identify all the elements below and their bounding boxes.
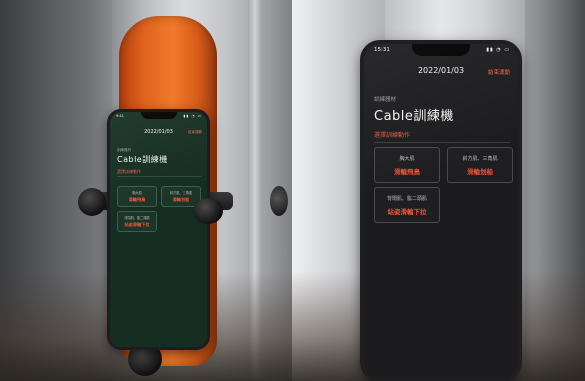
exercise-card-cable-row[interactable]: 斜方肌、三角肌 滑輪划船 [447, 147, 513, 183]
pole-bolt [270, 186, 288, 216]
exercise-name: 站姿滑輪下拉 [124, 222, 150, 227]
exercise-muscle: 斜方肌、三角肌 [462, 156, 498, 162]
holder-right-knob [193, 198, 223, 224]
phone-in-holder: 9:41 ▮▮ ◔ ▭ 2022/01/03 結束運動 訓練器材 Cable訓練… [107, 109, 210, 350]
app-screen-right: 15:31 ▮▮ ◔ ▭ 2022/01/03 結束運動 訓練器材 Cable訓… [364, 44, 518, 378]
exercise-card-cable-fly[interactable]: 胸大肌 滑輪飛鳥 [374, 147, 440, 183]
equipment-category-label: 訓練器材 [374, 97, 397, 103]
exercise-name: 滑輪划船 [467, 168, 493, 176]
phone-notch [140, 112, 177, 119]
exercise-muscle: 背闊肌、肱二頭肌 [124, 216, 150, 220]
exercise-muscle: 胸大肌 [399, 156, 415, 162]
exercise-muscle: 斜方肌、三角肌 [169, 191, 193, 195]
holder-left-knob [78, 188, 106, 216]
status-time: 15:31 [374, 47, 390, 53]
exercise-card-lat-pulldown[interactable]: 背闊肌、肱二頭肌 站姿滑輪下拉 [374, 187, 440, 223]
end-workout-button[interactable]: 結束運動 [188, 130, 202, 135]
select-exercise-label: 選擇訓練動作 [117, 169, 141, 174]
exercise-name: 滑輪飛鳥 [128, 197, 146, 202]
phone-closeup: 15:31 ▮▮ ◔ ▭ 2022/01/03 結束運動 訓練器材 Cable訓… [360, 40, 522, 381]
exercise-muscle: 胸大肌 [132, 191, 142, 195]
photo-scene: 9:41 ▮▮ ◔ ▭ 2022/01/03 結束運動 訓練器材 Cable訓練… [0, 0, 585, 381]
status-icons: ▮▮ ◔ ▭ [486, 47, 510, 53]
section-divider [374, 142, 510, 143]
status-time: 9:41 [116, 114, 124, 118]
exercise-name: 站姿滑輪下拉 [387, 208, 427, 216]
status-icons: ▮▮ ◔ ▭ [183, 114, 202, 118]
phone-notch [412, 44, 470, 56]
exercise-name: 滑輪划船 [172, 197, 190, 202]
exercise-muscle: 背闊肌、肱二頭肌 [386, 196, 427, 202]
end-workout-button[interactable]: 結束運動 [488, 68, 510, 76]
exercise-name: 滑輪飛鳥 [394, 168, 420, 176]
app-screen-left: 9:41 ▮▮ ◔ ▭ 2022/01/03 結束運動 訓練器材 Cable訓練… [110, 112, 207, 347]
section-divider [117, 176, 202, 177]
exercise-card-cable-fly[interactable]: 胸大肌 滑輪飛鳥 [117, 186, 157, 207]
exercise-card-lat-pulldown[interactable]: 背闊肌、肱二頭肌 站姿滑輪下拉 [117, 211, 157, 232]
equipment-title: Cable訓練機 [117, 155, 168, 164]
select-exercise-label: 選擇訓練動作 [374, 132, 411, 139]
equipment-category-label: 訓練器材 [117, 148, 131, 152]
equipment-title: Cable訓練機 [374, 109, 454, 124]
